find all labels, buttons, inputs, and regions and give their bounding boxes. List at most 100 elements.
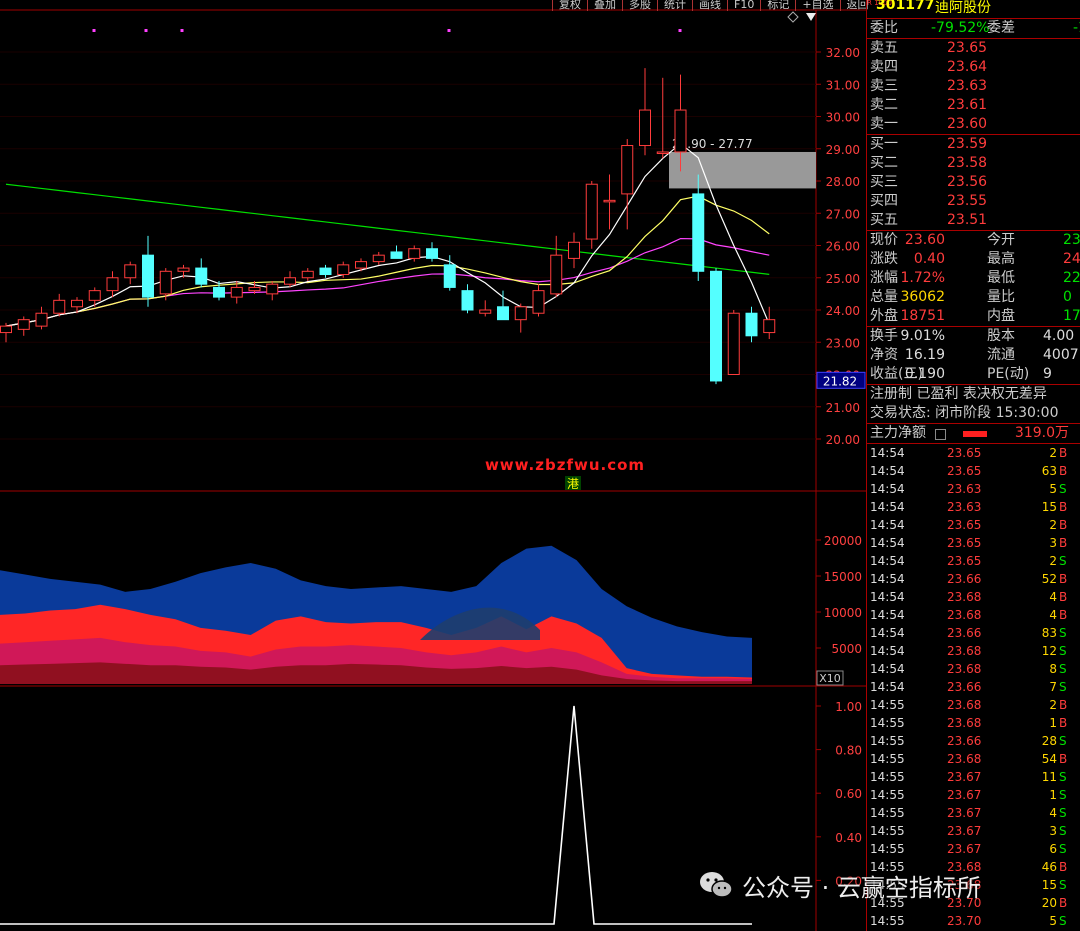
ask-label: 卖三 — [870, 78, 898, 94]
tick-side: B — [1059, 896, 1068, 910]
toolbar-button[interactable]: 复权 — [552, 0, 587, 11]
tick-volume: 6 — [1049, 842, 1057, 856]
tick-row: 14:54 23.63 15 B — [867, 498, 1080, 516]
tick-side: B — [1059, 608, 1068, 622]
current-price-label: 21.82 — [823, 374, 857, 388]
bid-label: 买三 — [870, 174, 898, 190]
candle-body — [0, 325, 12, 334]
ratio-label: 委比 — [870, 20, 898, 36]
tick-volume: 3 — [1049, 536, 1057, 550]
tick-side: B — [1059, 518, 1068, 532]
tick-volume: 8 — [1049, 662, 1057, 676]
tick-price: 23.68 — [947, 608, 982, 622]
tick-row: 14:55 23.68 54 B — [867, 750, 1080, 768]
ask-levels: 卖五 23.65 卖四 23.64 卖三 23.63 卖二 23.61 卖一 23.60 — [867, 39, 1080, 135]
candle-body — [248, 286, 261, 292]
candle-body — [53, 299, 66, 314]
toolbar-button[interactable]: F10 — [727, 0, 760, 11]
tick-volume: 54 — [1041, 752, 1057, 766]
toolbar-button[interactable]: 标记 — [760, 0, 795, 11]
tick-volume: 4 — [1049, 608, 1057, 622]
price-tick-label: 20.00 — [826, 433, 860, 447]
tick-price: 23.70 — [947, 914, 982, 928]
ask-price: 23.63 — [947, 78, 988, 94]
tick-time: 14:54 — [870, 518, 905, 532]
tick-price: 23.67 — [947, 788, 982, 802]
price-tick-label: 25.00 — [826, 272, 860, 286]
candle-body — [639, 109, 651, 147]
tick-price: 23.65 — [947, 554, 982, 568]
ratio-value: -79.52% — [931, 20, 990, 36]
ask-row: 卖三 23.63 — [867, 77, 1080, 96]
tick-time: 14:55 — [870, 824, 905, 838]
tick-row: 14:54 23.68 4 B — [867, 606, 1080, 624]
tick-row: 14:55 23.68 2 B — [867, 696, 1080, 714]
tick-side: S — [1059, 482, 1067, 496]
tick-price: 23.68 — [947, 698, 982, 712]
candle-body — [727, 312, 740, 376]
quote-label-2: 最高 — [987, 251, 1015, 267]
range-box — [669, 151, 816, 189]
price-tick-label: 32.00 — [826, 46, 860, 60]
fundamental-label-2: PE(动) — [987, 366, 1030, 382]
candle-body — [443, 264, 456, 288]
bid-price: 23.56 — [947, 174, 988, 190]
tick-time: 14:55 — [870, 716, 905, 730]
tick-row: 14:54 23.68 12 S — [867, 642, 1080, 660]
tick-price: 23.65 — [947, 464, 982, 478]
triangle-icon — [806, 13, 816, 21]
tick-volume: 1 — [1049, 716, 1057, 730]
candle-body — [603, 199, 616, 203]
tick-time: 14:54 — [870, 662, 905, 676]
list-icon[interactable] — [935, 429, 946, 440]
tick-time: 14:55 — [870, 698, 905, 712]
toolbar-button[interactable]: 多股 — [622, 0, 657, 11]
tick-volume: 20 — [1041, 896, 1057, 910]
stock-code[interactable]: 301177 — [876, 0, 934, 13]
fundamental-row: 收益(三) 0.190 PE(动) 9 — [867, 365, 1080, 384]
toolbar-button[interactable]: 叠加 — [587, 0, 622, 11]
tick-price: 23.66 — [947, 626, 982, 640]
candle-body — [301, 270, 314, 279]
signal-dot — [180, 29, 184, 32]
candle-body — [213, 286, 225, 298]
tick-price: 23.63 — [947, 482, 982, 496]
tick-volume: 28 — [1041, 734, 1057, 748]
tick-price: 23.67 — [947, 824, 982, 838]
stock-name[interactable]: 迪阿股份 — [935, 0, 991, 17]
candle-body — [142, 254, 154, 298]
tag-label: 港 — [567, 477, 579, 491]
tick-side: S — [1059, 806, 1067, 820]
tick-row: 14:54 23.66 7 S — [867, 678, 1080, 696]
tick-time: 14:54 — [870, 680, 905, 694]
ask-row: 卖二 23.61 — [867, 96, 1080, 115]
tick-side: S — [1059, 734, 1067, 748]
tick-list[interactable]: 14:54 23.65 2 B 14:54 23.65 63 B 14:54 23.63 5 S 14:… — [867, 444, 1080, 930]
volume-unit-label: X10 — [819, 672, 841, 685]
toolbar-button[interactable]: 画线 — [692, 0, 727, 11]
quote-value-2: 24 — [1063, 251, 1080, 267]
quote-label-2: 最低 — [987, 270, 1015, 286]
quote-value-2: 173 — [1063, 308, 1080, 324]
fundamental-value: 9.01% — [900, 328, 945, 344]
bid-label: 买四 — [870, 193, 898, 209]
quote-value-2: 0 — [1063, 289, 1072, 305]
toolbar-button[interactable]: +自选 — [795, 0, 839, 11]
quote-row: 涨跌 0.40 最高 24 — [867, 250, 1080, 269]
candle-body — [195, 267, 208, 285]
mainforce-row: 主力净额 319.0万 — [867, 424, 1080, 444]
candle-body — [124, 264, 137, 279]
bid-price: 23.58 — [947, 155, 988, 171]
bid-label: 买二 — [870, 155, 898, 171]
tick-side: S — [1059, 788, 1067, 802]
candle-body — [390, 251, 403, 259]
bid-label: 买五 — [870, 212, 898, 228]
toolbar-button[interactable]: 统计 — [657, 0, 692, 11]
quote-value: 18751 — [900, 308, 945, 324]
tick-side: B — [1059, 716, 1068, 730]
stock-chart[interactable]: 32.00 31.00 30.00 29.00 28.00 27.00 26.00 25.00… — [0, 0, 866, 931]
registration-info: 注册制 已盈利 表决权无差异 — [870, 386, 1047, 402]
signal-dot — [144, 29, 148, 32]
tick-volume: 3 — [1049, 824, 1057, 838]
candle-body — [585, 183, 598, 240]
